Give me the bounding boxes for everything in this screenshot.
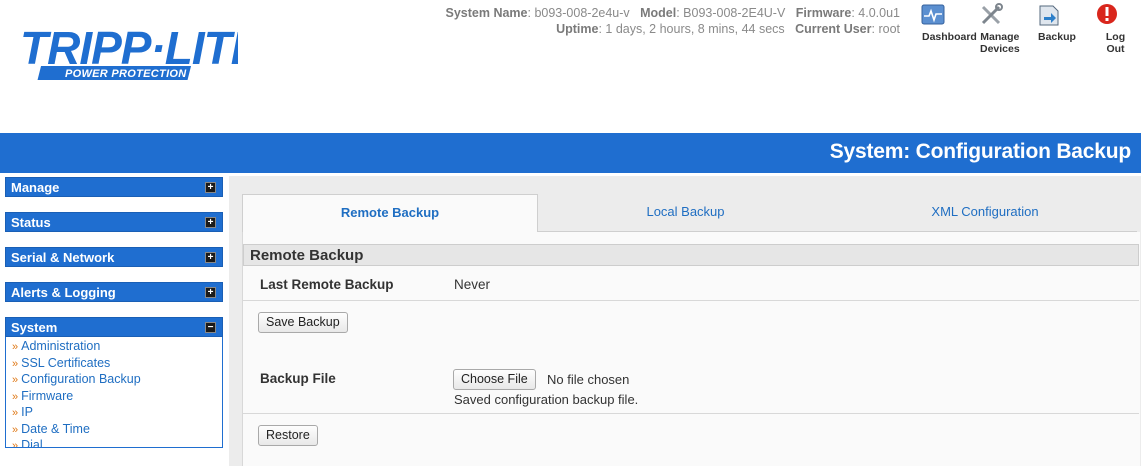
system-name-value: b093-008-2e4u-v — [534, 6, 630, 20]
last-remote-backup-row: Last Remote Backup Never — [243, 267, 1139, 301]
sidebar-group-alerts-logging: Alerts & Logging + — [5, 282, 223, 302]
sidebar-system-items: » Administration » SSL Certificates » Confi… — [5, 337, 223, 448]
nav-backup[interactable]: Backup — [1021, 2, 1077, 43]
page-title: System: Configuration Backup — [829, 140, 1131, 163]
firmware-value: 4.0.0u1 — [858, 6, 900, 20]
expand-icon[interactable]: + — [205, 182, 216, 193]
system-info: System Name: b093-008-2e4u-v Model: B093… — [410, 5, 901, 37]
nav-manage-devices-label: Manage Devices — [980, 31, 1020, 55]
sidebar-item-ssl-certificates[interactable]: » SSL Certificates — [12, 356, 222, 373]
uptime-value: 1 days, 2 hours, 8 mins, 44 secs — [605, 22, 785, 36]
arrow-icon: » — [12, 423, 19, 436]
current-user-value: root — [878, 22, 900, 36]
sidebar-item-ip[interactable]: » IP — [12, 405, 222, 422]
arrow-icon: » — [12, 341, 19, 353]
current-user-label: Current User — [795, 22, 872, 36]
expand-icon[interactable]: + — [205, 252, 216, 263]
sidebar-header-label: Serial & Network — [11, 250, 115, 265]
nav-backup-label: Backup — [1038, 31, 1076, 43]
tab-bar: Remote Backup Local Backup XML Configura… — [242, 194, 1137, 232]
sidebar-item-label: Configuration Backup — [21, 372, 141, 386]
sidebar-header-label: Alerts & Logging — [11, 285, 116, 300]
sidebar-header-label: System — [11, 320, 58, 335]
system-info-row-1: System Name: b093-008-2e4u-v Model: B093… — [445, 6, 901, 20]
tab-local-backup[interactable]: Local Backup — [538, 194, 833, 232]
remote-backup-panel: Remote Backup Last Remote Backup Never S… — [242, 232, 1140, 466]
backup-file-label: Backup File — [260, 371, 336, 386]
choose-file-button[interactable]: Choose File — [453, 369, 536, 390]
sidebar: Manage + Status + Serial & Network + Ale… — [5, 177, 223, 448]
section-title: Remote Backup — [243, 244, 1139, 266]
system-name-label: System Name — [445, 6, 528, 20]
tripp-lite-logo: TRIPP·LITE POWER PROTECTION — [18, 14, 238, 84]
last-remote-backup-label: Last Remote Backup — [260, 277, 394, 292]
backup-icon — [1039, 5, 1059, 26]
sidebar-header-alerts-logging[interactable]: Alerts & Logging + — [5, 282, 223, 302]
sidebar-header-serial-network[interactable]: Serial & Network + — [5, 247, 223, 267]
sidebar-group-status: Status + — [5, 212, 223, 232]
sidebar-item-date-time[interactable]: » Date & Time — [12, 422, 222, 439]
arrow-icon: » — [12, 390, 19, 403]
uptime-label: Uptime — [556, 22, 599, 36]
arrow-icon: » — [12, 357, 19, 370]
sidebar-item-label: Dial — [21, 438, 43, 448]
expand-icon[interactable]: + — [205, 217, 216, 228]
sidebar-item-label: Firmware — [21, 388, 74, 403]
top-navigation: Dashboard Manage Devices Backup Log Out — [905, 2, 1141, 66]
sidebar-item-label: IP — [21, 405, 33, 419]
svg-text:POWER PROTECTION: POWER PROTECTION — [65, 68, 187, 80]
sidebar-item-label: Administration — [21, 339, 101, 353]
sidebar-group-serial-network: Serial & Network + — [5, 247, 223, 267]
expand-icon[interactable]: + — [205, 287, 216, 298]
sidebar-item-firmware[interactable]: » Firmware — [12, 389, 222, 406]
sidebar-item-configuration-backup[interactable]: » Configuration Backup — [12, 372, 222, 389]
sidebar-header-system[interactable]: System − — [5, 317, 223, 337]
sidebar-header-manage[interactable]: Manage + — [5, 177, 223, 197]
arrow-icon: » — [12, 407, 19, 419]
system-info-row-2: Uptime: 1 days, 2 hours, 8 mins, 44 secs… — [556, 22, 900, 36]
tab-xml-configuration[interactable]: XML Configuration — [833, 194, 1137, 232]
collapse-icon[interactable]: − — [205, 322, 216, 333]
tab-remote-backup[interactable]: Remote Backup — [242, 194, 538, 232]
last-remote-backup-value: Never — [454, 277, 491, 292]
tools-icon — [981, 3, 1003, 25]
nav-log-out[interactable]: Log Out — [1079, 2, 1135, 55]
arrow-icon: » — [12, 440, 19, 448]
restore-button[interactable]: Restore — [258, 425, 318, 446]
sidebar-item-label: SSL Certificates — [21, 355, 111, 370]
page-title-bar: System: Configuration Backup — [0, 133, 1141, 173]
nav-log-out-label: Log Out — [1105, 31, 1126, 55]
sidebar-item-label: Date & Time — [21, 421, 90, 436]
model-label: Model — [640, 6, 677, 20]
nav-dashboard-label: Dashboard — [922, 31, 977, 43]
nav-dashboard[interactable]: Dashboard — [905, 2, 977, 43]
sidebar-group-system: System − » Administration » SSL Certificat… — [5, 317, 223, 448]
backup-file-hint: Saved configuration backup file. — [454, 392, 639, 407]
file-status-text: No file chosen — [547, 372, 630, 387]
sidebar-item-dial[interactable]: » Dial — [12, 438, 222, 448]
main-panel: Remote Backup Local Backup XML Configura… — [229, 176, 1141, 466]
nav-manage-devices[interactable]: Manage Devices — [963, 2, 1020, 55]
sidebar-group-manage: Manage + — [5, 177, 223, 197]
sidebar-header-label: Manage — [11, 180, 60, 195]
sidebar-header-label: Status — [11, 215, 51, 230]
firmware-label: Firmware — [795, 6, 852, 20]
arrow-icon: » — [12, 374, 19, 386]
dashboard-icon — [921, 4, 945, 25]
logout-icon — [1097, 4, 1117, 24]
sidebar-header-status[interactable]: Status + — [5, 212, 223, 232]
save-backup-button[interactable]: Save Backup — [258, 312, 348, 333]
model-value: B093-008-2E4U-V — [683, 6, 786, 20]
sidebar-item-administration[interactable]: » Administration — [12, 339, 222, 356]
divider — [243, 413, 1139, 414]
